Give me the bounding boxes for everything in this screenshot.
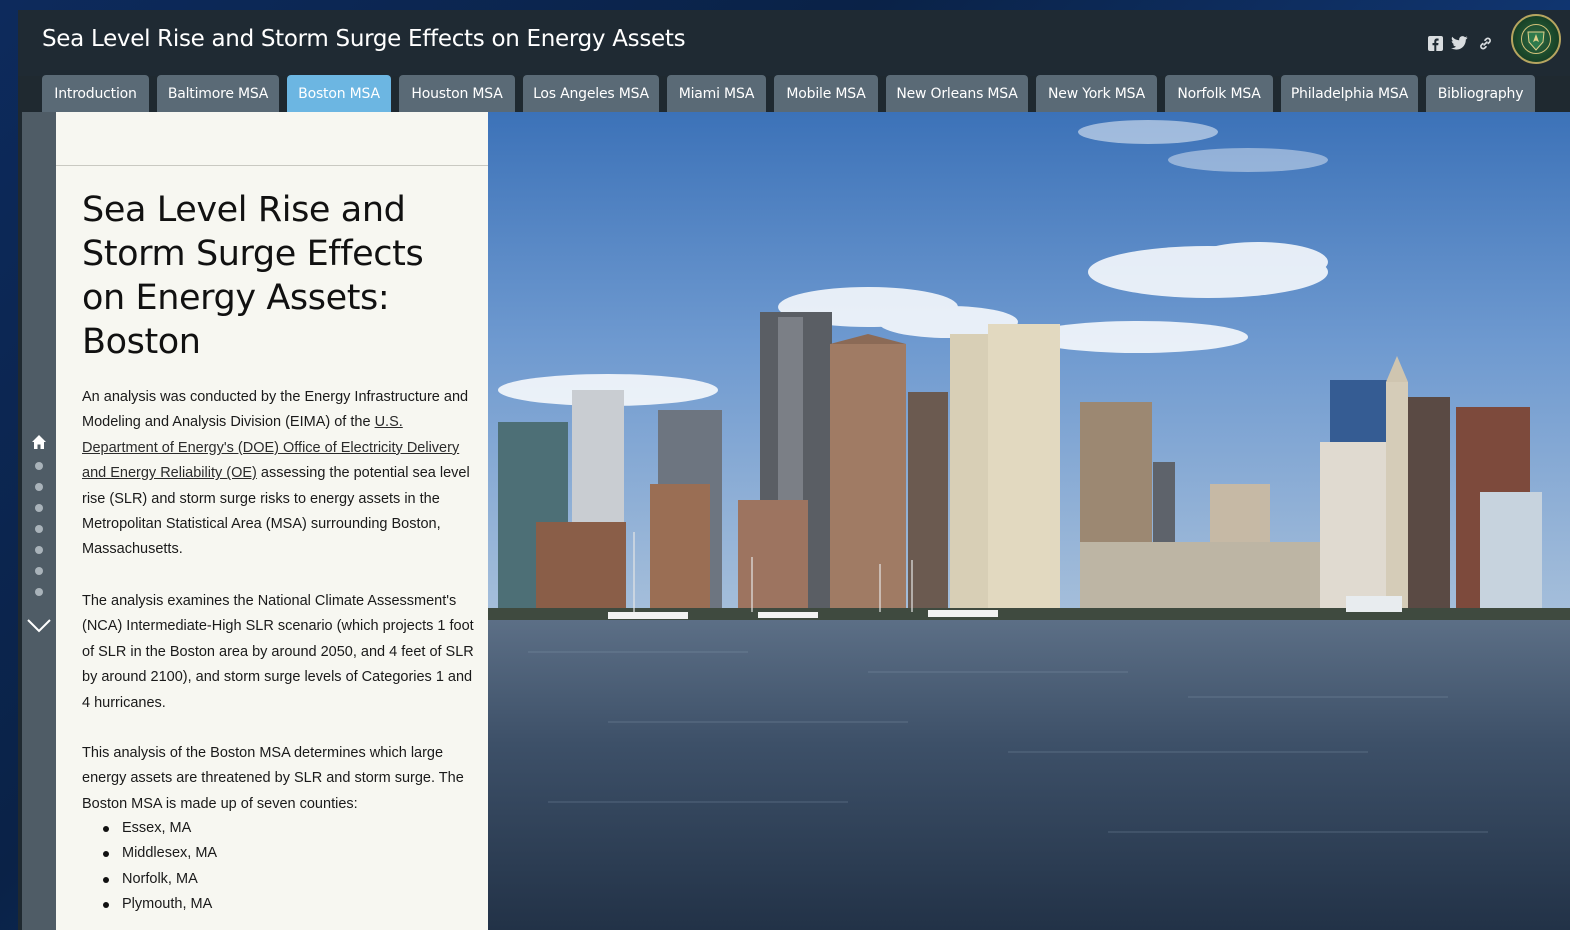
section-dot-6[interactable] <box>35 567 43 575</box>
tab-boston-msa[interactable]: Boston MSA <box>287 75 391 112</box>
section-dot-5[interactable] <box>35 546 43 554</box>
story-title-line-3: on Energy Assets: <box>82 278 390 318</box>
intro-text-before: An analysis was conducted by the Energy … <box>82 389 469 431</box>
tab-introduction[interactable]: Introduction <box>42 75 149 112</box>
home-icon[interactable] <box>31 434 47 450</box>
story-title-line-2: Storm Surge Effects <box>82 234 424 274</box>
story-title-line-1: Sea Level Rise and <box>82 190 406 230</box>
panel-divider <box>56 165 488 166</box>
hero-image-boston-skyline <box>488 112 1570 930</box>
scenario-paragraph: The analysis examines the National Clima… <box>82 593 474 711</box>
tab-bibliography[interactable]: Bibliography <box>1426 75 1535 112</box>
section-dot-7[interactable] <box>35 588 43 596</box>
county-list-item: Plymouth, MA <box>102 892 217 917</box>
tab-new-orleans-msa[interactable]: New Orleans MSA <box>886 75 1028 112</box>
tab-new-york-msa[interactable]: New York MSA <box>1036 75 1157 112</box>
county-list-item: Norfolk, MA <box>102 867 217 892</box>
section-nav-rail <box>22 112 56 930</box>
facebook-icon[interactable] <box>1426 34 1444 52</box>
tab-miami-msa[interactable]: Miami MSA <box>667 75 766 112</box>
county-list-item: Middlesex, MA <box>102 841 217 866</box>
seal-ring <box>1521 24 1551 54</box>
counties-intro-paragraph: This analysis of the Boston MSA determin… <box>82 745 464 812</box>
doe-seal-logo[interactable] <box>1511 14 1561 64</box>
county-list: Essex, MA Middlesex, MA Norfolk, MA Plym… <box>102 816 217 918</box>
twitter-icon[interactable] <box>1450 34 1468 52</box>
section-dot-4[interactable] <box>35 525 43 533</box>
chevron-down-icon[interactable] <box>26 617 52 635</box>
app-header: Sea Level Rise and Storm Surge Effects o… <box>18 10 1570 76</box>
tab-philadelphia-msa[interactable]: Philadelphia MSA <box>1281 75 1418 112</box>
section-dot-1[interactable] <box>35 462 43 470</box>
tab-baltimore-msa[interactable]: Baltimore MSA <box>157 75 279 112</box>
app-title: Sea Level Rise and Storm Surge Effects o… <box>42 26 686 52</box>
tab-houston-msa[interactable]: Houston MSA <box>399 75 515 112</box>
tab-norfolk-msa[interactable]: Norfolk MSA <box>1165 75 1273 112</box>
link-icon[interactable] <box>1476 34 1494 52</box>
tab-los-angeles-msa[interactable]: Los Angeles MSA <box>523 75 659 112</box>
intro-paragraph: An analysis was conducted by the Energy … <box>82 385 477 563</box>
section-dot-2[interactable] <box>35 483 43 491</box>
tab-mobile-msa[interactable]: Mobile MSA <box>774 75 878 112</box>
story-map-frame: Sea Level Rise and Storm Surge Effects o… <box>18 10 1570 930</box>
story-title: Sea Level Rise and Storm Surge Effects on … <box>82 188 472 364</box>
story-side-panel[interactable]: Sea Level Rise and Storm Surge Effects on … <box>56 112 488 930</box>
story-title-line-4: Boston <box>82 322 201 362</box>
section-dot-3[interactable] <box>35 504 43 512</box>
county-list-item: Essex, MA <box>102 816 217 841</box>
tab-bar: Introduction Baltimore MSA Boston MSA Ho… <box>18 74 1570 112</box>
